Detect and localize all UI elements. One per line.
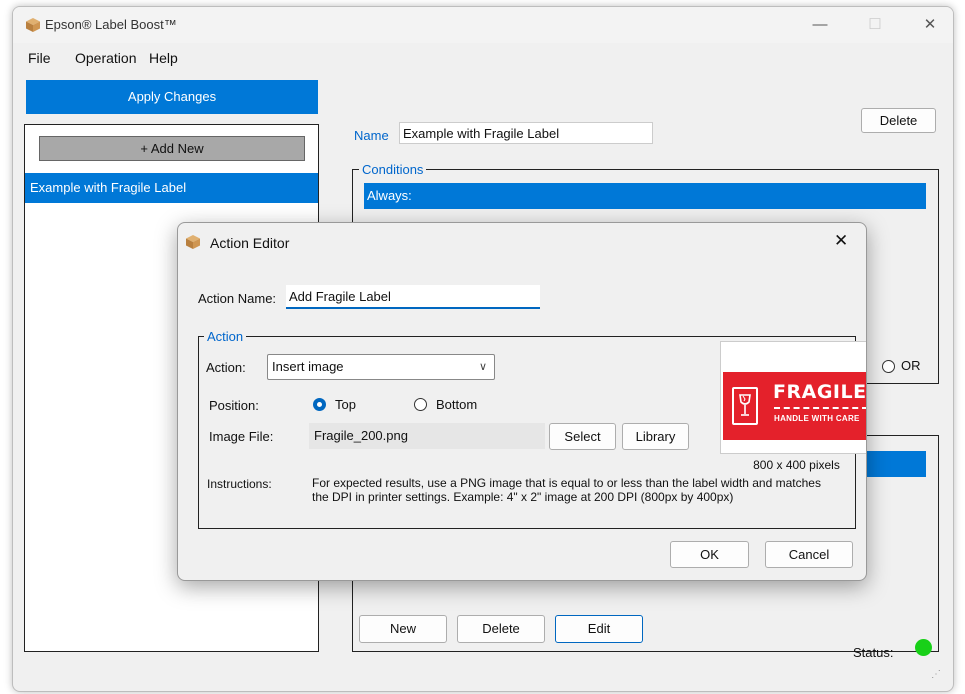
position-label: Position: [209, 398, 259, 413]
list-item[interactable]: Example with Fragile Label [25, 173, 318, 203]
image-preview: FRAGILE HANDLE WITH CARE [720, 341, 867, 454]
action-editor-dialog: Action Editor ✕ Action Name: Add Fragile… [177, 222, 867, 581]
fragile-subtext: HANDLE WITH CARE [774, 414, 860, 423]
instructions-label: Instructions: [207, 477, 272, 491]
or-radio[interactable] [882, 360, 895, 373]
image-file-label: Image File: [209, 429, 274, 444]
cancel-button[interactable]: Cancel [765, 541, 853, 568]
position-top-label: Top [335, 397, 356, 412]
ok-button[interactable]: OK [670, 541, 749, 568]
close-button[interactable]: ✕ [907, 11, 953, 39]
action-select-value: Insert image [272, 359, 344, 374]
action-group: Action Action: Insert image ∨ Position: … [198, 329, 866, 529]
dialog-title: Action Editor [210, 235, 290, 251]
new-action-button[interactable]: New [359, 615, 447, 643]
window-title: Epson® Label Boost™ [45, 17, 177, 32]
add-new-button[interactable]: + Add New [39, 136, 305, 161]
fragile-text: FRAGILE [773, 381, 867, 403]
or-label: OR [901, 358, 921, 373]
library-button[interactable]: Library [622, 423, 689, 450]
select-button[interactable]: Select [549, 423, 616, 450]
action-group-label: Action [204, 329, 247, 344]
menu-bar: File Operation Help [13, 45, 953, 71]
delete-rule-button[interactable]: Delete [861, 108, 936, 133]
delete-action-button[interactable]: Delete [457, 615, 545, 643]
apply-changes-button[interactable]: Apply Changes [26, 80, 318, 114]
edit-action-button[interactable]: Edit [555, 615, 643, 643]
maximize-button[interactable]: ☐ [852, 11, 898, 39]
action-name-label: Action Name: [198, 291, 277, 306]
menu-file[interactable]: File [28, 50, 51, 66]
menu-operation[interactable]: Operation [75, 50, 136, 66]
action-label: Action: [206, 360, 246, 375]
name-input[interactable]: Example with Fragile Label [399, 122, 653, 144]
condition-item[interactable]: Always: [364, 183, 926, 209]
conditions-label: Conditions [359, 162, 427, 177]
image-size-label: 800 x 400 pixels [753, 458, 840, 472]
package-icon [186, 235, 200, 249]
glass-icon [732, 387, 758, 425]
fragile-divider [774, 407, 866, 409]
title-bar: Epson® Label Boost™ — ☐ ✕ [13, 7, 953, 43]
action-name-input[interactable]: Add Fragile Label [286, 285, 540, 309]
name-label: Name [354, 128, 389, 143]
resize-grip[interactable]: ⋰ [931, 669, 941, 680]
position-top-radio[interactable] [313, 398, 326, 411]
status-label: Status: [853, 645, 894, 660]
package-icon [26, 18, 40, 32]
image-file-field[interactable]: Fragile_200.png [309, 423, 545, 449]
menu-help[interactable]: Help [149, 50, 178, 66]
position-bottom-label: Bottom [436, 397, 478, 412]
action-select[interactable]: Insert image ∨ [267, 354, 495, 380]
status-indicator [915, 639, 932, 656]
fragile-label-image: FRAGILE HANDLE WITH CARE [723, 372, 867, 440]
chevron-down-icon: ∨ [478, 361, 487, 373]
instructions-text: For expected results, use a PNG image th… [312, 476, 821, 504]
dialog-close-button[interactable]: ✕ [834, 231, 848, 251]
minimize-button[interactable]: — [797, 11, 843, 39]
position-bottom-radio[interactable] [414, 398, 427, 411]
